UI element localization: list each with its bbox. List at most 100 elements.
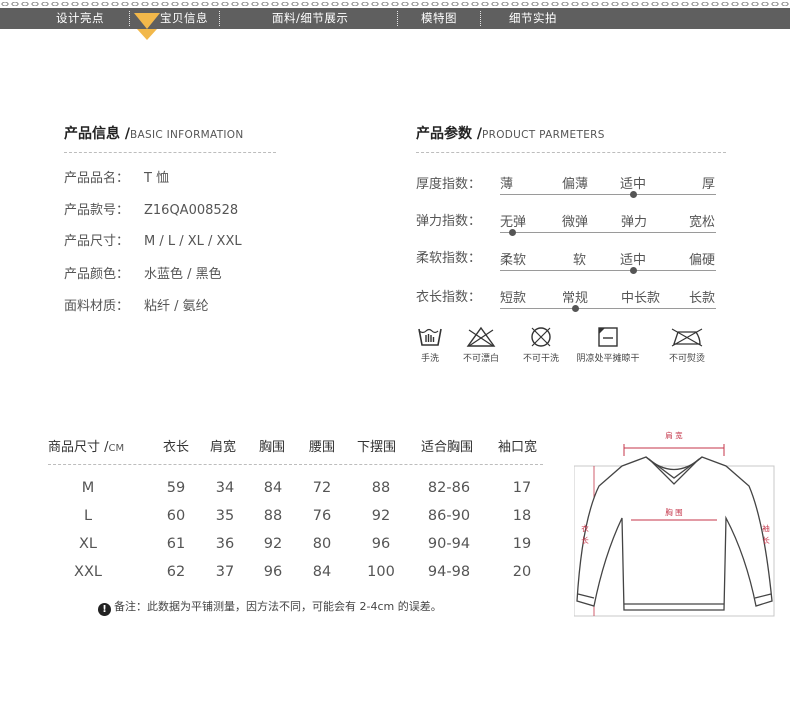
divider — [416, 152, 726, 153]
column-header: 适合胸围 — [421, 440, 474, 455]
table-cell: 94-98 — [427, 564, 471, 580]
table-cell: 86-90 — [427, 508, 471, 524]
basic-info-title: 产品信息 /BASIC INFORMATION — [64, 123, 244, 143]
param-option: 无弹 — [500, 215, 527, 230]
no-dry-clean-icon — [531, 327, 551, 347]
table-cell: 17 — [512, 480, 532, 496]
table-cell: 35 — [215, 508, 235, 524]
param-scale-line — [500, 194, 716, 195]
care-no-dry-clean: 不可干洗 — [506, 326, 576, 364]
column-header: 胸围 — [259, 440, 286, 455]
sleeve-label-1: 袖 — [762, 523, 770, 533]
info-row-name: 产品品名： T 恤 — [64, 167, 169, 186]
param-option: 偏硬 — [689, 253, 716, 268]
nav-item-product-info[interactable]: 宝贝信息 — [160, 8, 208, 29]
nav-divider — [129, 11, 130, 26]
table-cell: 34 — [215, 480, 235, 496]
table-cell: 88 — [371, 480, 391, 496]
care-shade-flat-dry: 阴凉处平摊晾干 — [573, 326, 643, 364]
param-option: 常规 — [562, 291, 589, 306]
info-row-colors: 产品颜色： 水蓝色 / 黑色 — [64, 263, 222, 282]
table-cell: 59 — [166, 480, 186, 496]
basic-info-title-cn: 产品信息 / — [64, 126, 130, 142]
info-row-sizes: 产品尺寸： M / L / XL / XXL — [64, 230, 242, 249]
table-cell: 18 — [512, 508, 532, 524]
size-table-title-cn: 商品尺寸 / — [48, 440, 109, 455]
shoulder-guide-line — [623, 444, 725, 456]
param-label-softness: 柔软指数： — [416, 251, 482, 266]
param-option: 中长款 — [621, 291, 661, 306]
param-option: 柔软 — [500, 253, 527, 268]
nav-item-model-photos[interactable]: 模特图 — [421, 8, 457, 29]
param-scale-line — [500, 232, 716, 233]
measurement-diagram: 肩 宽 胸 围 衣 长 袖 长 — [574, 430, 775, 617]
table-cell: 88 — [263, 508, 283, 524]
divider — [64, 152, 276, 153]
param-option: 薄 — [500, 177, 514, 192]
param-indicator-dot — [572, 305, 580, 312]
table-cell: 72 — [312, 480, 332, 496]
param-indicator-dot — [509, 229, 517, 236]
param-scale-line — [500, 270, 716, 271]
table-cell: 84 — [312, 564, 332, 580]
table-cell: 36 — [215, 536, 235, 552]
divider — [48, 464, 543, 465]
basic-info-title-en: BASIC INFORMATION — [130, 129, 244, 141]
length-label-2: 长 — [581, 535, 589, 545]
table-cell: 100 — [367, 564, 395, 580]
table-cell: 60 — [166, 508, 186, 524]
table-cell: 84 — [263, 480, 283, 496]
hand-wash-icon — [418, 328, 442, 346]
chest-label: 胸 围 — [665, 507, 682, 517]
table-cell: 80 — [312, 536, 332, 552]
care-label: 阴凉处平摊晾干 — [576, 354, 640, 364]
param-option: 厚 — [702, 177, 716, 192]
column-header: 袖口宽 — [498, 440, 538, 455]
size-label: XL — [78, 536, 97, 552]
param-option: 长款 — [689, 291, 716, 306]
column-header: 肩宽 — [210, 440, 237, 455]
param-option: 偏薄 — [562, 177, 589, 192]
table-cell: 96 — [371, 536, 391, 552]
param-option: 适中 — [620, 177, 647, 192]
decorative-chain-border — [0, 0, 790, 8]
nav-divider — [219, 11, 220, 26]
nav-item-design[interactable]: 设计亮点 — [56, 8, 104, 29]
table-cell: 61 — [166, 536, 186, 552]
param-indicator-dot — [630, 191, 638, 198]
info-value: 粘纤 / 氨纶 — [144, 299, 209, 314]
nav-bar: 设计亮点 宝贝信息 面料/细节展示 模特图 细节实拍 — [0, 8, 790, 29]
note-text: 备注：此数据为平铺测量，因方法不同，可能会有 2-4cm 的误差。 — [114, 600, 442, 613]
column-header: 下摆围 — [357, 440, 397, 455]
info-value: 水蓝色 / 黑色 — [144, 267, 222, 282]
length-label-1: 衣 — [581, 523, 589, 533]
params-title: 产品参数 /PRODUCT PARMETERS — [416, 123, 605, 143]
nav-divider — [397, 11, 398, 26]
info-label: 面料材质： — [64, 299, 130, 314]
table-cell: 92 — [371, 508, 391, 524]
param-option: 弹力 — [621, 215, 648, 230]
param-option: 宽松 — [689, 215, 716, 230]
params-title-cn: 产品参数 / — [416, 126, 482, 142]
nav-item-fabric-details[interactable]: 面料/细节展示 — [272, 8, 348, 29]
info-row-material: 面料材质： 粘纤 / 氨纶 — [64, 295, 209, 314]
table-cell: 92 — [263, 536, 283, 552]
param-option: 微弹 — [562, 215, 589, 230]
size-table-title: 商品尺寸 /CM — [48, 436, 124, 455]
measurement-note: ! 备注：此数据为平铺测量，因方法不同，可能会有 2-4cm 的误差。 — [98, 598, 442, 616]
shoulder-label: 肩 宽 — [665, 430, 683, 440]
table-cell: 82-86 — [427, 480, 471, 496]
nav-item-detail-shots[interactable]: 细节实拍 — [509, 8, 557, 29]
info-row-style-number: 产品款号： Z16QA008528 — [64, 199, 238, 218]
info-value: Z16QA008528 — [144, 203, 239, 218]
size-table-unit: CM — [108, 443, 125, 454]
table-cell: 76 — [312, 508, 332, 524]
param-indicator-dot — [630, 267, 638, 274]
care-label: 不可干洗 — [522, 354, 559, 364]
info-value: M / L / XL / XXL — [144, 234, 242, 249]
param-scale-line — [500, 308, 716, 309]
care-label: 不可熨烫 — [668, 354, 705, 364]
info-label: 产品款号： — [64, 203, 130, 218]
param-option: 短款 — [500, 291, 527, 306]
table-cell: 19 — [512, 536, 532, 552]
